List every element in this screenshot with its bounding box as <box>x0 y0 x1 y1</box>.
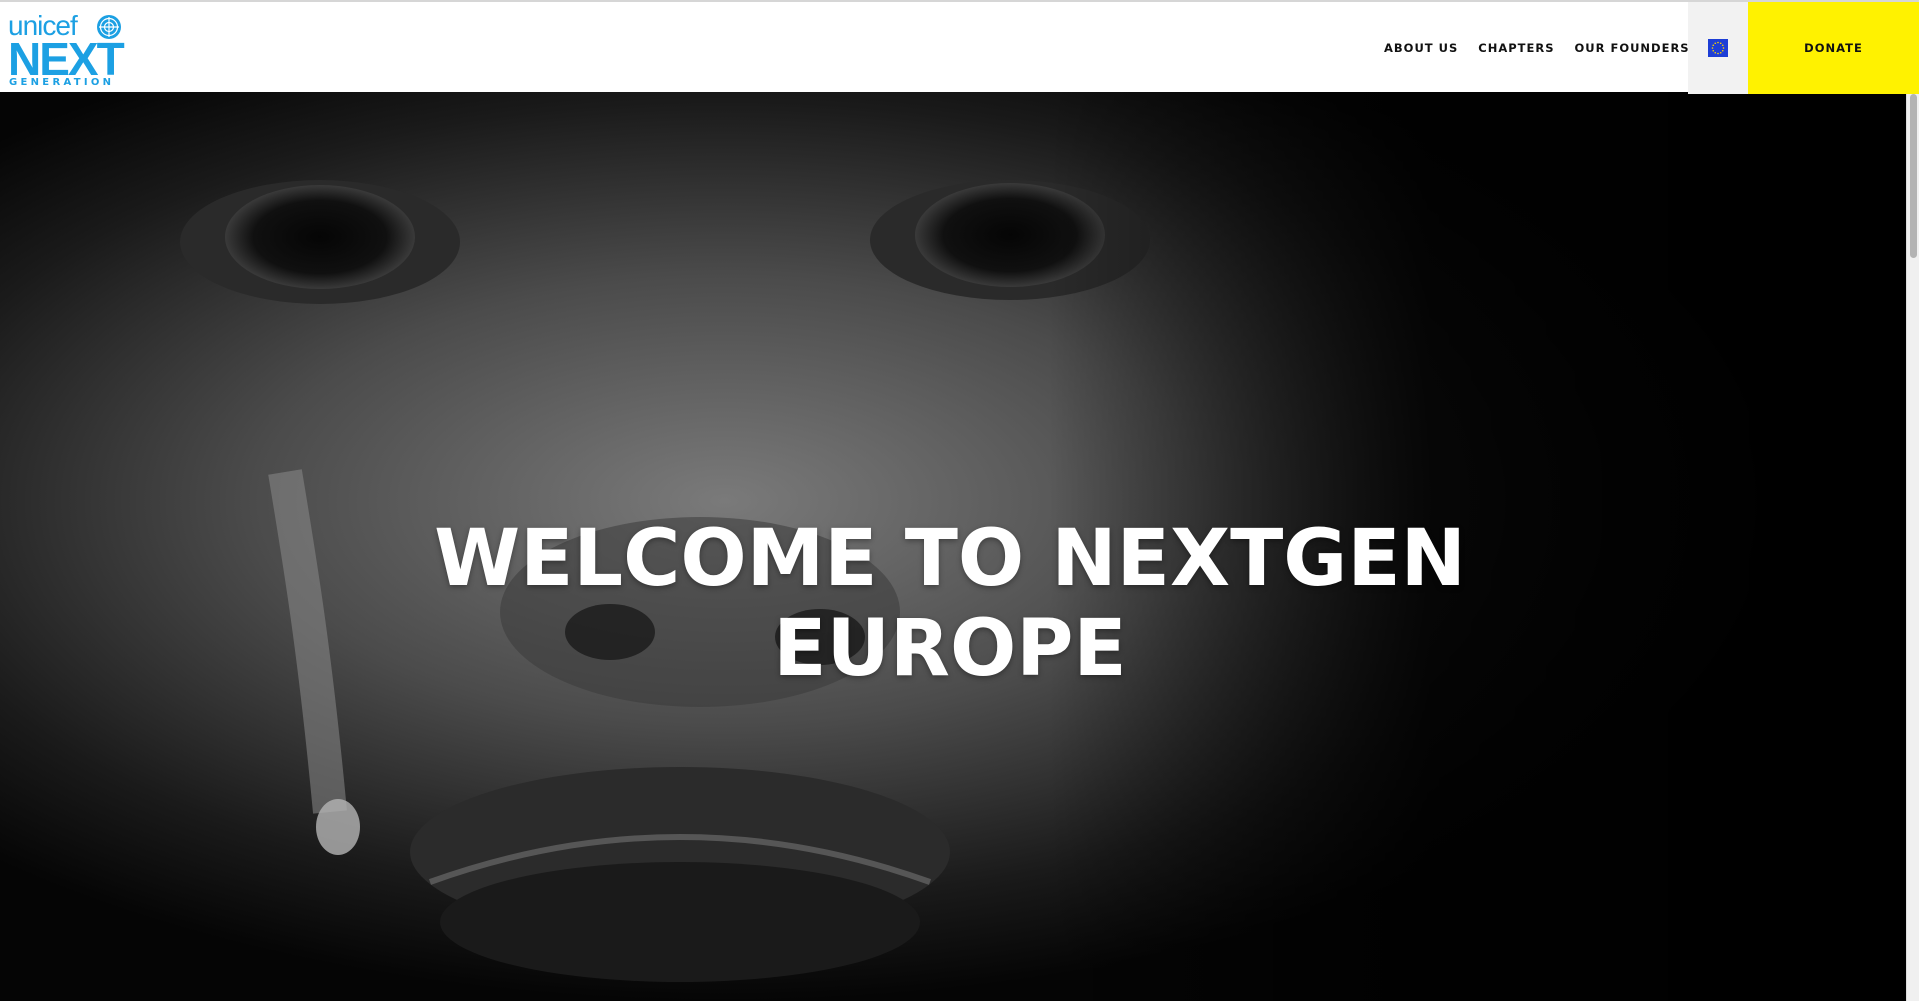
page: unicef NEXT GENERATION ABOUT US CHAPTERS… <box>0 0 1919 1001</box>
logo-generation-text: GENERATION <box>9 77 115 88</box>
hero-title-line-1: WELCOME TO NEXTGEN <box>434 514 1466 605</box>
nav-about-us[interactable]: ABOUT US <box>1384 41 1458 55</box>
hero-title-line-2: EUROPE <box>773 604 1127 695</box>
donate-button[interactable]: DONATE <box>1748 2 1919 94</box>
hero-section: WELCOME TO NEXTGEN EUROPE <box>0 92 1906 1001</box>
language-selector[interactable] <box>1688 2 1748 94</box>
scrollbar-thumb[interactable] <box>1910 94 1917 258</box>
page-scrollbar[interactable] <box>1906 92 1919 1001</box>
eu-flag-icon <box>1708 39 1728 57</box>
logo-next-text: NEXT <box>8 33 125 85</box>
unicef-next-generation-logo[interactable]: unicef NEXT GENERATION <box>8 12 125 88</box>
hero-title: WELCOME TO NEXTGEN EUROPE <box>300 514 1600 694</box>
nav-our-founders[interactable]: OUR FOUNDERS <box>1574 41 1689 55</box>
main-nav: ABOUT US CHAPTERS OUR FOUNDERS <box>1384 2 1690 94</box>
nav-chapters[interactable]: CHAPTERS <box>1478 41 1554 55</box>
site-header: unicef NEXT GENERATION ABOUT US CHAPTERS… <box>0 0 1919 94</box>
